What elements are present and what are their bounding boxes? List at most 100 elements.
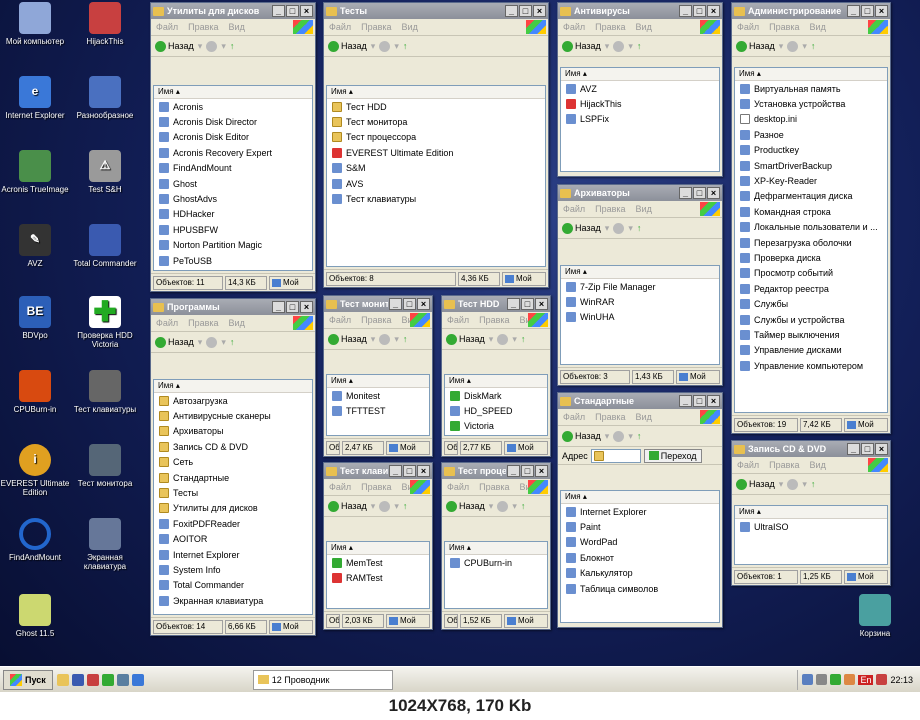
list-item[interactable]: LSPFix bbox=[561, 112, 719, 127]
title-bar[interactable]: Тест клавиатуры_□× bbox=[324, 463, 432, 479]
floppy-icon[interactable] bbox=[71, 673, 84, 686]
desktop-icon-monitor-test[interactable]: Тест монитора bbox=[70, 444, 140, 488]
close-button[interactable]: × bbox=[417, 465, 430, 477]
dropdown-arrow-icon[interactable]: ▾ bbox=[198, 337, 203, 348]
desktop-icon-bdvpo[interactable]: BE BDVpo bbox=[0, 296, 70, 340]
window-keyboard-test[interactable]: Тест клавиатуры_□×ФайлПравкаВидНазад▾▾↑И… bbox=[323, 462, 433, 630]
title-bar[interactable]: Тест монитора_□× bbox=[324, 296, 432, 312]
list-item[interactable]: WordPad bbox=[561, 535, 719, 550]
title-bar[interactable]: Администрирование _ □ × bbox=[732, 3, 890, 19]
dropdown-arrow-icon[interactable]: ▾ bbox=[198, 41, 203, 52]
menu-item[interactable]: Правка bbox=[479, 315, 509, 325]
desktop-icon-total-commander[interactable]: Total Commander bbox=[70, 224, 140, 268]
dropdown-arrow-icon[interactable]: ▾ bbox=[605, 41, 610, 52]
back-button[interactable]: Назад bbox=[155, 40, 194, 52]
list-item[interactable]: HPUSBFW bbox=[154, 222, 312, 237]
menu-item[interactable]: Файл bbox=[447, 482, 469, 492]
address-input[interactable] bbox=[590, 448, 641, 463]
menu-item[interactable]: Вид bbox=[636, 22, 652, 32]
window-archivers[interactable]: Архиваторы _ □ × Файл Правка Вид Назад ▾ ▾ ↑ Имя ▴ 7… bbox=[557, 184, 723, 386]
column-header-name[interactable]: Имя ▴ bbox=[327, 375, 429, 388]
list-item[interactable]: CPUBurn-in bbox=[445, 555, 547, 570]
column-header-name[interactable]: Имя ▴ bbox=[327, 542, 429, 555]
list-item[interactable]: Утилиты для дисков bbox=[154, 501, 312, 516]
title-bar[interactable]: Запись CD & DVD _ □ × bbox=[732, 441, 890, 457]
list-item[interactable]: Internet Explorer bbox=[154, 547, 312, 562]
list-item[interactable]: Командная строка bbox=[735, 204, 887, 219]
list-item[interactable]: Дефрагментация диска bbox=[735, 189, 887, 204]
internet-explorer-icon[interactable] bbox=[131, 673, 144, 686]
list-item[interactable]: System Info bbox=[154, 562, 312, 577]
close-button[interactable]: × bbox=[707, 5, 720, 17]
title-bar[interactable]: Тесты _ □ × bbox=[324, 3, 548, 19]
list-item[interactable]: Антивирусные сканеры bbox=[154, 408, 312, 423]
window-hdd-test[interactable]: Тест HDD_□×ФайлПравкаВидНазад▾▾↑Имя ▴Dis… bbox=[441, 295, 551, 457]
list-item[interactable]: Управление компьютером bbox=[735, 358, 887, 373]
hijackthis-icon[interactable] bbox=[86, 673, 99, 686]
title-bar[interactable]: Программы _ □ × bbox=[151, 299, 315, 315]
list-item[interactable]: AVZ bbox=[561, 81, 719, 96]
dropdown-arrow-icon[interactable]: ▾ bbox=[371, 41, 376, 52]
dropdown-arrow-icon[interactable]: ▾ bbox=[628, 431, 633, 442]
menu-item[interactable]: Правка bbox=[188, 318, 218, 328]
dropdown-arrow-icon[interactable]: ▾ bbox=[802, 479, 807, 490]
window-antivirus[interactable]: Антивирусы _ □ × Файл Правка Вид Назад ▾ ▾ ↑ Имя ▴ A… bbox=[557, 2, 723, 177]
minimize-button[interactable]: _ bbox=[505, 5, 518, 17]
minimize-button[interactable]: _ bbox=[389, 298, 402, 310]
list-item[interactable]: Виртуальная память bbox=[735, 81, 887, 96]
menu-item[interactable]: Правка bbox=[595, 204, 625, 214]
minimize-button[interactable]: _ bbox=[847, 443, 860, 455]
dropdown-arrow-icon[interactable]: ▾ bbox=[394, 501, 399, 512]
dropdown-arrow-icon[interactable]: ▾ bbox=[628, 223, 633, 234]
tray-app-icon[interactable] bbox=[876, 674, 888, 685]
list-item[interactable]: 7-Zip File Manager bbox=[561, 279, 719, 294]
close-button[interactable]: × bbox=[535, 465, 548, 477]
column-header-name[interactable]: Имя ▴ bbox=[154, 86, 312, 99]
list-item[interactable]: Ghost bbox=[154, 176, 312, 191]
dropdown-arrow-icon[interactable]: ▾ bbox=[779, 479, 784, 490]
back-button[interactable]: Назад bbox=[446, 500, 485, 512]
column-header-name[interactable]: Имя ▴ bbox=[735, 506, 887, 519]
forward-arrow-icon[interactable] bbox=[379, 333, 391, 345]
window-accessories[interactable]: Стандартные _ □ × Файл Правка Вид Назад ▾ ▾ ↑ Адрес… bbox=[557, 392, 723, 628]
minimize-button[interactable]: _ bbox=[272, 301, 285, 313]
menu-item[interactable]: Вид bbox=[636, 412, 652, 422]
list-item[interactable]: Запись CD & DVD bbox=[154, 439, 312, 454]
network-icon[interactable] bbox=[802, 674, 814, 685]
list-item[interactable]: Автозагрузка bbox=[154, 393, 312, 408]
list-item[interactable]: Перезагрузка оболочки bbox=[735, 235, 887, 250]
column-header-name[interactable]: Имя ▴ bbox=[327, 86, 545, 99]
window-cpu-test[interactable]: Тест процессора_□×ФайлПравкаВидНазад▾▾↑И… bbox=[441, 462, 551, 630]
dropdown-arrow-icon[interactable]: ▾ bbox=[394, 41, 399, 52]
forward-arrow-icon[interactable] bbox=[379, 500, 391, 512]
list-item[interactable]: Установка устройства bbox=[735, 96, 887, 111]
title-bar[interactable]: Архиваторы _ □ × bbox=[558, 185, 722, 201]
maximize-button[interactable]: □ bbox=[693, 395, 706, 407]
taskbar-item-explorer[interactable]: 12 Проводник bbox=[252, 669, 393, 690]
list-item[interactable]: Norton Partition Magic bbox=[154, 238, 312, 253]
desktop-icon-cpuburn[interactable]: CPUBurn-in bbox=[0, 370, 70, 414]
folder-up-icon[interactable]: ↑ bbox=[811, 479, 816, 489]
menu-item[interactable]: Правка bbox=[595, 22, 625, 32]
menu-item[interactable]: Правка bbox=[769, 22, 799, 32]
list-item[interactable]: Таймер выключения bbox=[735, 327, 887, 342]
dropdown-arrow-icon[interactable]: ▾ bbox=[512, 501, 517, 512]
menu-item[interactable]: Файл bbox=[156, 22, 178, 32]
title-bar[interactable]: Тест процессора_□× bbox=[442, 463, 550, 479]
menu-item[interactable]: Правка bbox=[361, 22, 391, 32]
list-item[interactable]: HijackThis bbox=[561, 96, 719, 111]
list-item[interactable]: Таблица символов bbox=[561, 581, 719, 596]
list-item[interactable]: FindAndMount bbox=[154, 161, 312, 176]
desktop-icon-onscreen-keyboard[interactable]: Экранная клавиатура bbox=[70, 518, 140, 571]
start-button[interactable]: Пуск bbox=[3, 669, 53, 690]
language-indicator[interactable]: En bbox=[858, 674, 874, 685]
desktop-icon-victoria[interactable]: ✚ Проверка HDD Victoria bbox=[70, 296, 140, 349]
folder-up-icon[interactable]: ↑ bbox=[637, 431, 642, 441]
list-item[interactable]: DiskMark bbox=[445, 388, 547, 403]
dropdown-arrow-icon[interactable]: ▾ bbox=[802, 41, 807, 52]
back-button[interactable]: Назад bbox=[328, 500, 367, 512]
list-item[interactable]: Total Commander bbox=[154, 578, 312, 593]
list-item[interactable]: S&M bbox=[327, 161, 545, 176]
list-item[interactable]: Стандартные bbox=[154, 470, 312, 485]
folder-up-icon[interactable]: ↑ bbox=[403, 41, 408, 51]
